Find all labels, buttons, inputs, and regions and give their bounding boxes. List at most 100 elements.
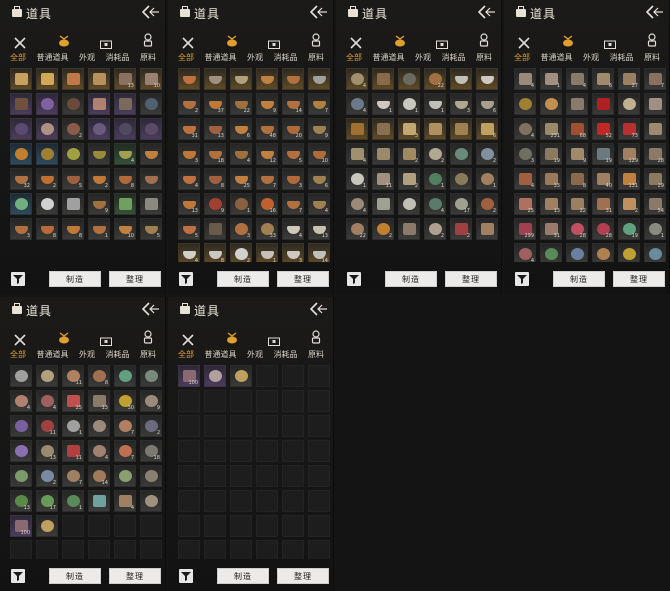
item-slot[interactable]	[114, 93, 136, 115]
tab-item[interactable]: 全部	[10, 349, 26, 363]
empty-slot[interactable]	[282, 515, 304, 537]
item-slot[interactable]: 19	[618, 218, 640, 240]
item-slot[interactable]	[62, 193, 84, 215]
item-slot[interactable]	[10, 193, 32, 215]
empty-slot[interactable]	[308, 465, 330, 487]
item-slot[interactable]: 22	[424, 68, 446, 90]
item-slot[interactable]: 7	[114, 415, 136, 437]
item-slot[interactable]	[256, 68, 278, 90]
filter-icon[interactable]	[347, 272, 361, 286]
item-slot[interactable]: 11	[372, 168, 394, 190]
filter-icon[interactable]	[179, 272, 193, 286]
empty-slot[interactable]	[178, 490, 200, 512]
filter-icon[interactable]	[179, 569, 193, 583]
filter-icon[interactable]	[11, 569, 25, 583]
empty-slot[interactable]	[282, 465, 304, 487]
item-slot[interactable]	[140, 168, 162, 190]
empty-slot[interactable]	[230, 465, 252, 487]
item-slot[interactable]: 3	[230, 218, 252, 240]
item-slot[interactable]: 2	[398, 168, 420, 190]
item-slot[interactable]: 13	[204, 118, 226, 140]
item-slot[interactable]: 8	[88, 365, 110, 387]
item-slot[interactable]: 10	[114, 218, 136, 240]
empty-slot[interactable]	[308, 490, 330, 512]
empty-slot[interactable]	[308, 515, 330, 537]
item-slot[interactable]: 28	[592, 218, 614, 240]
empty-slot[interactable]	[282, 440, 304, 462]
item-slot[interactable]: 8	[204, 243, 226, 262]
item-slot[interactable]	[36, 93, 58, 115]
item-slot[interactable]: 7	[282, 193, 304, 215]
item-slot[interactable]: 3	[514, 143, 536, 165]
sort-button[interactable]: 整理	[277, 271, 329, 287]
item-slot[interactable]: 14	[88, 465, 110, 487]
pouch-icon[interactable]	[225, 32, 239, 47]
item-slot[interactable]	[36, 143, 58, 165]
item-slot[interactable]	[476, 218, 498, 240]
item-slot[interactable]	[230, 365, 252, 387]
item-slot[interactable]	[644, 93, 666, 115]
item-slot[interactable]: 1	[62, 490, 84, 512]
empty-slot[interactable]	[282, 415, 304, 437]
empty-slot[interactable]	[308, 440, 330, 462]
item-slot[interactable]: 4	[178, 168, 200, 190]
item-slot[interactable]	[514, 93, 536, 115]
tab-item[interactable]: 原料	[308, 52, 324, 66]
item-slot[interactable]: 31	[592, 193, 614, 215]
back-arrow-icon[interactable]	[308, 301, 328, 317]
pouch-icon[interactable]	[57, 32, 71, 47]
item-slot[interactable]	[398, 68, 420, 90]
item-slot[interactable]: 16	[256, 193, 278, 215]
tab-item[interactable]: 消耗品	[274, 349, 298, 363]
item-slot[interactable]	[592, 93, 614, 115]
tab-item[interactable]: 消耗品	[442, 52, 466, 66]
empty-slot[interactable]	[308, 415, 330, 437]
character-icon[interactable]	[647, 32, 657, 47]
item-slot[interactable]: 3	[10, 218, 32, 240]
close-icon[interactable]	[182, 331, 194, 346]
item-slot[interactable]: 1	[230, 193, 252, 215]
item-slot[interactable]	[372, 68, 394, 90]
chest-icon[interactable]	[604, 34, 616, 49]
tab-item[interactable]: 外观	[79, 349, 95, 363]
item-slot[interactable]: 11	[62, 365, 84, 387]
item-slot[interactable]: 7	[114, 440, 136, 462]
item-slot[interactable]	[10, 465, 32, 487]
item-slot[interactable]: 4	[114, 143, 136, 165]
item-slot[interactable]: 68	[566, 118, 588, 140]
item-slot[interactable]: 2	[398, 143, 420, 165]
chest-icon[interactable]	[436, 34, 448, 49]
tab-item[interactable]: 外观	[247, 349, 263, 363]
back-arrow-icon[interactable]	[308, 4, 328, 20]
item-slot[interactable]	[644, 243, 666, 262]
empty-slot[interactable]	[114, 515, 136, 537]
item-slot[interactable]: 18	[204, 143, 226, 165]
empty-slot[interactable]	[308, 365, 330, 387]
item-slot[interactable]: 2	[36, 168, 58, 190]
item-slot[interactable]	[88, 93, 110, 115]
item-slot[interactable]: 48	[256, 118, 278, 140]
item-slot[interactable]	[450, 168, 472, 190]
item-slot[interactable]: 2	[450, 218, 472, 240]
item-slot[interactable]: 4	[346, 68, 368, 90]
empty-slot[interactable]	[230, 415, 252, 437]
item-slot[interactable]: 4	[514, 168, 536, 190]
item-slot[interactable]: 4	[346, 93, 368, 115]
item-slot[interactable]: 13	[36, 440, 58, 462]
item-slot[interactable]	[114, 365, 136, 387]
back-arrow-icon[interactable]	[476, 4, 496, 20]
item-slot[interactable]: 4	[114, 490, 136, 512]
pouch-icon[interactable]	[225, 329, 239, 344]
item-slot[interactable]: 9	[256, 93, 278, 115]
item-slot[interactable]: 25	[230, 168, 252, 190]
item-slot[interactable]: 2	[476, 193, 498, 215]
item-slot[interactable]: 9	[88, 193, 110, 215]
sort-button[interactable]: 整理	[109, 568, 161, 584]
item-slot[interactable]	[36, 68, 58, 90]
chest-icon[interactable]	[100, 331, 112, 346]
item-slot[interactable]: 13	[88, 390, 110, 412]
item-slot[interactable]: 37	[204, 93, 226, 115]
item-slot[interactable]	[566, 93, 588, 115]
item-slot[interactable]: 6	[230, 118, 252, 140]
item-slot[interactable]	[140, 465, 162, 487]
